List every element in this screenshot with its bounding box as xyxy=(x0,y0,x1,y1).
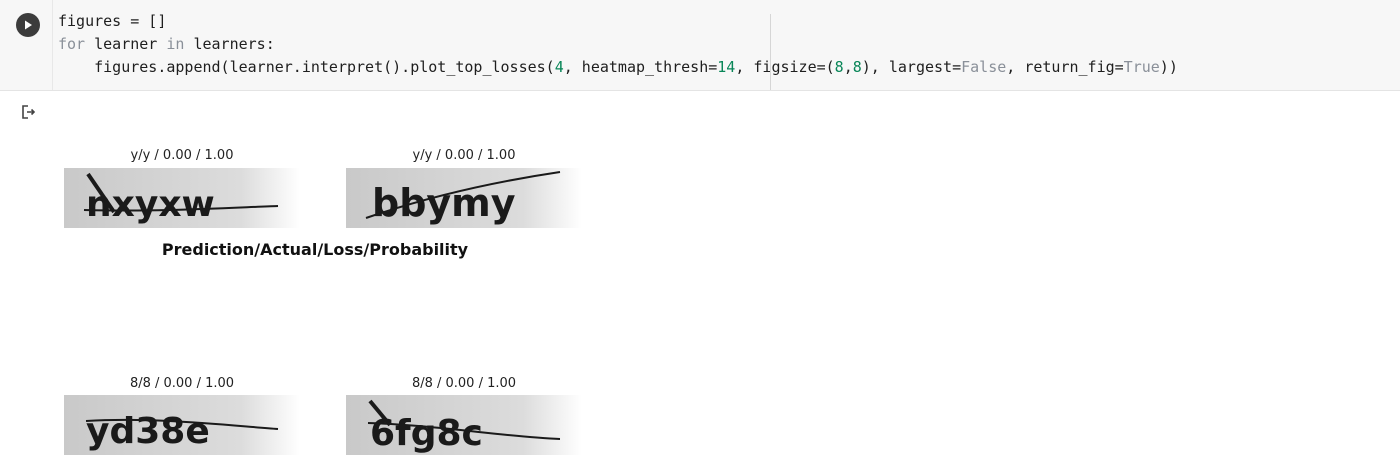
line-length-ruler xyxy=(770,14,771,90)
code-line: figures.append(learner.interpret().plot_… xyxy=(58,56,1178,79)
code-token: figures.append(learner.interpret().plot_… xyxy=(58,58,555,76)
code-line: figures = [] xyxy=(58,10,1178,33)
figure-title: y/y / 0.00 / 1.00 xyxy=(130,148,234,163)
code-token: for xyxy=(58,35,86,53)
code-token: , return_fig= xyxy=(1006,58,1124,76)
captcha-image: nxyxw xyxy=(64,168,300,228)
figure-title: 8/8 / 0.00 / 1.00 xyxy=(129,376,235,391)
code-token: True xyxy=(1123,58,1160,76)
captcha-image: bbymy xyxy=(346,168,582,228)
captcha-image: 6fg8c xyxy=(346,395,582,455)
code-token: ), largest= xyxy=(861,58,962,76)
captcha-text: nxyxw xyxy=(86,184,215,225)
code-token: )) xyxy=(1159,58,1178,76)
code-token: learner xyxy=(85,35,167,53)
figure-suptitle: Prediction/Actual/Loss/Probability xyxy=(161,240,469,259)
code-token: learners: xyxy=(184,35,275,53)
code-token: False xyxy=(961,58,1007,76)
play-icon xyxy=(25,20,32,30)
code-token: , xyxy=(843,58,853,76)
captcha-text: yd38e xyxy=(86,411,210,452)
captcha-image: yd38e xyxy=(64,395,300,455)
run-cell-button[interactable] xyxy=(16,13,40,37)
output-redirect-icon[interactable] xyxy=(19,103,37,125)
code-token: 14 xyxy=(717,58,736,76)
code-cell[interactable]: figures = [] for learner in learners: fig… xyxy=(0,0,1400,91)
code-token: 4 xyxy=(554,58,564,76)
captcha-text: bbymy xyxy=(372,181,516,225)
code-token: figures = [] xyxy=(58,12,167,30)
code-token: 8 xyxy=(852,58,862,76)
code-line: for learner in learners: xyxy=(58,33,1178,56)
gutter-separator xyxy=(52,0,53,90)
code-token: in xyxy=(166,35,185,53)
code-editor[interactable]: figures = [] for learner in learners: fig… xyxy=(58,10,1178,79)
code-token: , figsize=( xyxy=(735,58,835,76)
figure-title: 8/8 / 0.00 / 1.00 xyxy=(411,376,517,391)
code-token: 8 xyxy=(834,58,844,76)
code-token: , heatmap_thresh= xyxy=(563,58,718,76)
figure-title: y/y / 0.00 / 1.00 xyxy=(412,148,516,163)
